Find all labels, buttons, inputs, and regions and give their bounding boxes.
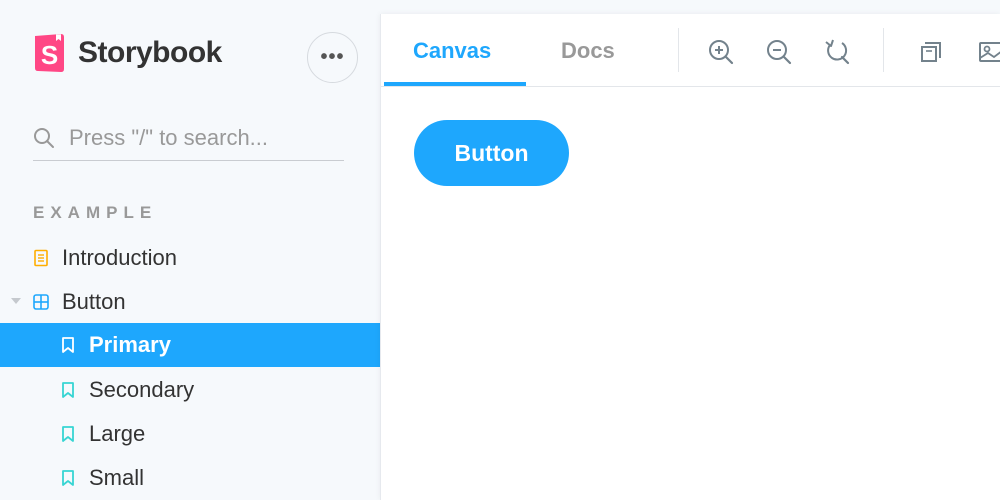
sidebar-item-introduction[interactable]: Introduction bbox=[0, 236, 380, 280]
sidebar-item-label: Secondary bbox=[89, 377, 195, 402]
zoom-in-icon[interactable] bbox=[707, 38, 735, 66]
tab-canvas[interactable]: Canvas bbox=[413, 14, 491, 87]
svg-text:S: S bbox=[41, 40, 58, 70]
ellipsis-icon: ••• bbox=[320, 46, 345, 68]
sidebar-item-label: Introduction bbox=[62, 245, 177, 270]
search-icon bbox=[34, 127, 54, 148]
section-heading-example: EXAMPLE bbox=[33, 203, 158, 222]
document-icon bbox=[34, 249, 48, 267]
sidebar-item-primary[interactable]: Primary bbox=[0, 323, 380, 367]
sidebar-item-label: Small bbox=[89, 465, 145, 490]
active-tab-indicator bbox=[384, 82, 526, 86]
toolbar-divider bbox=[678, 28, 679, 72]
sidebar-item-large[interactable]: Large bbox=[0, 412, 380, 456]
primary-button-preview[interactable]: Button bbox=[414, 120, 569, 186]
bookmark-icon bbox=[62, 426, 74, 442]
background-icon[interactable] bbox=[977, 38, 1000, 66]
tab-docs[interactable]: Docs bbox=[561, 14, 615, 87]
sidebar-item-small[interactable]: Small bbox=[0, 456, 380, 500]
toolbar: Canvas Docs bbox=[381, 14, 1000, 87]
bookmark-icon bbox=[62, 470, 74, 486]
brand-name: Storybook bbox=[78, 36, 222, 69]
search-bar[interactable] bbox=[33, 115, 344, 161]
search-input[interactable] bbox=[69, 124, 339, 151]
sidebar-item-label: Large bbox=[89, 421, 146, 446]
more-options-button[interactable]: ••• bbox=[307, 32, 358, 83]
main-panel: Canvas Docs Button bbox=[380, 14, 1000, 500]
sidebar-item-label: Primary bbox=[89, 332, 171, 357]
zoom-reset-icon[interactable] bbox=[823, 38, 851, 66]
sidebar-item-secondary[interactable]: Secondary bbox=[0, 368, 380, 412]
zoom-out-icon[interactable] bbox=[765, 38, 793, 66]
sidebar: S Storybook ••• EXAMPLE Introduction bbox=[0, 0, 380, 500]
bookmark-icon bbox=[62, 337, 74, 353]
brand[interactable]: S Storybook bbox=[33, 32, 222, 74]
sidebar-item-button[interactable]: Button bbox=[0, 280, 380, 324]
toolbar-divider bbox=[883, 28, 884, 72]
component-icon bbox=[33, 294, 49, 310]
chevron-down-icon bbox=[11, 298, 21, 304]
sidebar-item-label: Button bbox=[62, 289, 126, 314]
outline-icon[interactable] bbox=[916, 38, 944, 66]
storybook-logo-icon: S bbox=[33, 33, 66, 73]
bookmark-icon bbox=[62, 382, 74, 398]
